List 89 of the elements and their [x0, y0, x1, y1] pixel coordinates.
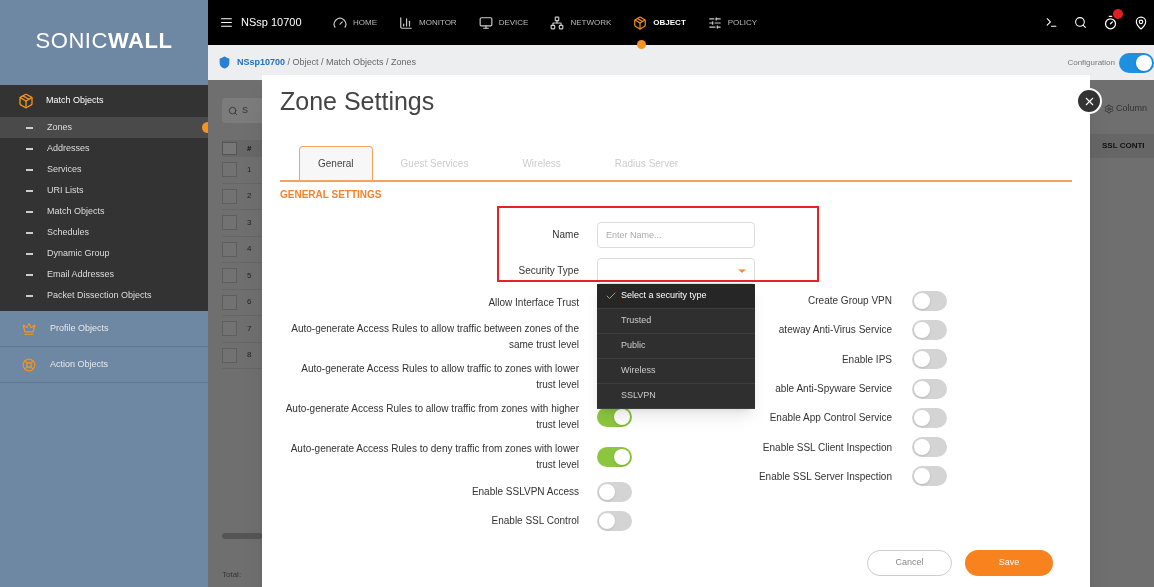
breadcrumb-link[interactable]: NSsp10700: [237, 55, 286, 70]
nav-tab[interactable]: POLICY: [707, 0, 758, 45]
dialog-title: Zone Settings: [280, 86, 436, 117]
dropdown-option[interactable]: SSLVPN: [597, 384, 755, 409]
toggle-switch[interactable]: [1119, 52, 1154, 73]
device-name: NSsp 10700: [241, 15, 302, 31]
table-cell: 5: [247, 269, 252, 282]
mode-label: Configuration: [1067, 56, 1115, 69]
tab[interactable]: General: [299, 146, 373, 180]
terminal-icon[interactable]: [1045, 16, 1058, 29]
field-label: Security Type: [518, 264, 579, 278]
cancel-button[interactable]: Cancel: [867, 550, 952, 576]
notification-badge: [1113, 9, 1123, 19]
sidebar-item[interactable]: URI Lists: [0, 180, 208, 201]
nav-tab[interactable]: MONITOR: [399, 0, 457, 45]
table-cell: 6: [247, 296, 252, 309]
name-field[interactable]: Enter Name...: [597, 222, 755, 248]
field-label: Auto-generate Access Rules to allow traffic to zones with lower trust level: [300, 362, 579, 392]
table-cell: 1: [247, 163, 252, 176]
field-label: Enable SSL Control: [491, 513, 579, 528]
timer-icon[interactable]: [1103, 15, 1118, 30]
dropdown-option[interactable]: Select a security type: [597, 284, 755, 309]
field-label: Name: [552, 228, 579, 242]
nav-tab[interactable]: DEVICE: [478, 0, 529, 45]
field-label: Enable App Control Service: [769, 411, 892, 426]
toggle-switch[interactable]: [597, 510, 632, 531]
field-label: Auto-generate Access Rules to deny traffic from zones with lower trust level: [289, 442, 579, 472]
toggle-switch[interactable]: [912, 466, 947, 487]
column-header: SSL CONTI: [1102, 139, 1145, 152]
toggle-switch[interactable]: [597, 447, 632, 467]
network-icon: [550, 15, 565, 30]
toggle-switch[interactable]: [912, 437, 947, 458]
package-icon: [633, 15, 648, 30]
field-label: Enable SSL Server Inspection: [758, 469, 892, 484]
field-label: Auto-generate Access Rules to allow traffic from zones with higher trust level: [284, 402, 579, 432]
section-heading: GENERAL SETTINGS: [280, 188, 383, 202]
field-label: Create Group VPN: [808, 294, 892, 309]
table-cell: 7: [247, 322, 252, 335]
table-cell: 3: [247, 216, 252, 229]
nav-tab[interactable]: HOME: [333, 0, 377, 45]
search-icon[interactable]: [1074, 16, 1087, 29]
dropdown-option[interactable]: Public: [597, 334, 755, 359]
table-cell: 4: [247, 243, 252, 256]
field-label: Enable SSL Client Inspection: [762, 440, 892, 455]
map-pin-icon[interactable]: [1134, 15, 1148, 30]
field-label: Auto-generate Access Rules to allow traffic between zones of the same trust level: [290, 322, 579, 352]
sliders-icon: [707, 15, 722, 30]
sidebar-item[interactable]: Addresses: [0, 138, 208, 159]
field-label: able Anti-Spyware Service: [775, 382, 892, 397]
field-label: Allow Interface Trust: [488, 295, 579, 310]
sidebar-item[interactable]: Zones: [0, 117, 208, 138]
toggle-switch[interactable]: [912, 378, 947, 399]
settings-icon[interactable]: [1104, 103, 1114, 114]
security-type-select[interactable]: [597, 258, 755, 284]
close-button[interactable]: [1076, 88, 1102, 114]
search-icon: [228, 105, 238, 116]
field-label: Enable IPS: [841, 352, 892, 367]
toggle-switch[interactable]: [912, 319, 947, 340]
sidebar-item[interactable]: Packet Dissection Objects: [0, 285, 208, 306]
nav-tab[interactable]: NETWORK: [550, 0, 612, 45]
toggle-switch[interactable]: [912, 349, 947, 370]
field-label: Enable SSLVPN Access: [471, 484, 579, 499]
sidebar-item[interactable]: Schedules: [0, 222, 208, 243]
shield-icon: [218, 56, 231, 69]
check-icon: [605, 290, 617, 302]
sidebar-item[interactable]: Services: [0, 159, 208, 180]
sidebar-item[interactable]: Dynamic Group: [0, 243, 208, 264]
package-icon: [18, 93, 34, 109]
toggle-switch[interactable]: [597, 481, 632, 502]
toggle-switch[interactable]: [597, 407, 632, 427]
dropdown-option[interactable]: Trusted: [597, 309, 755, 334]
toggle-switch[interactable]: [912, 290, 947, 311]
sidebar-section-title: Match Objects: [46, 94, 104, 108]
dropdown-option[interactable]: Wireless: [597, 359, 755, 384]
sidebar-item[interactable]: Email Addresses: [0, 264, 208, 285]
gauge-icon: [333, 15, 347, 30]
logo: SONICWALL: [35, 26, 173, 55]
bar-chart-icon: [399, 15, 413, 30]
sidebar-item[interactable]: Match Objects: [0, 201, 208, 222]
monitor-icon: [478, 15, 493, 30]
field-label: ateway Anti-Virus Service: [778, 323, 892, 338]
checkbox[interactable]: [222, 142, 237, 155]
menu-icon[interactable]: [220, 16, 233, 29]
column-header: #: [247, 142, 252, 155]
crown-icon: [22, 321, 36, 336]
breadcrumb-path: / Object / Match Objects / Zones: [286, 55, 417, 69]
table-cell: 8: [247, 349, 252, 362]
lifebuoy-icon: [22, 357, 36, 372]
toggle-switch[interactable]: [912, 407, 947, 428]
